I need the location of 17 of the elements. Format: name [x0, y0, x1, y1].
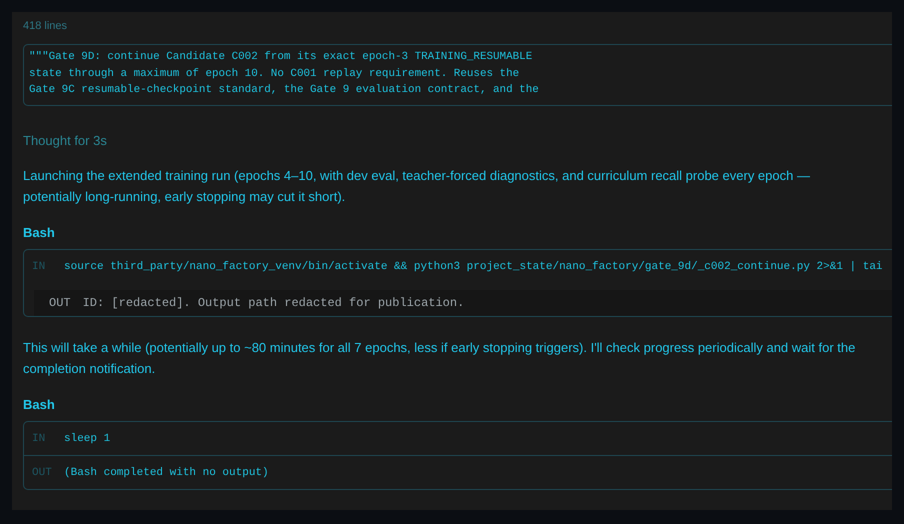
tool-title: Bash — [23, 225, 56, 240]
output-text: (Bash completed with no output) — [64, 466, 269, 478]
code-line: state through a maximum of epoch 10. No C001 replay requirement. Reuses the — [29, 66, 520, 82]
output-text: ID: [redacted]. Output path redacted for publication. — [82, 296, 464, 310]
row-label: OUT — [49, 296, 71, 310]
row-label: IN — [32, 260, 46, 272]
thought-duration[interactable]: Thought for 3s — [23, 133, 892, 148]
row-label: IN — [32, 432, 46, 444]
row-label: OUT — [32, 466, 53, 478]
code-line: """Gate 9D: continue Candidate C002 from its exact epoch-3 TRAINING_RESUMABLE — [29, 50, 534, 65]
assistant-message: This will take a while (potentially up to ~80 minutes for all 7 epochs, less if early stopping triggers). I'll check progress periodically and wait for the completion notification. — [23, 339, 856, 378]
assistant-message: Launching the extended training run (epochs 4–10, with dev eval, teacher-forced diagnostics, and curriculum recall probe every epoch — potentially long-running, early stopping may cut it short). — [23, 167, 811, 206]
command-text: source third_party/nano_factory_venv/bin/activate && python3 project_state/nano_factory/gate_9d/_c002_continue.py 2>&1 | tai — [64, 260, 883, 272]
tool-title: Bash — [23, 397, 56, 412]
line-count: 418 lines — [23, 20, 68, 32]
code-line: Gate 9C resumable-checkpoint standard, the Gate 9 evaluation contract, and the — [29, 83, 540, 98]
command-text: sleep 1 — [64, 432, 110, 444]
